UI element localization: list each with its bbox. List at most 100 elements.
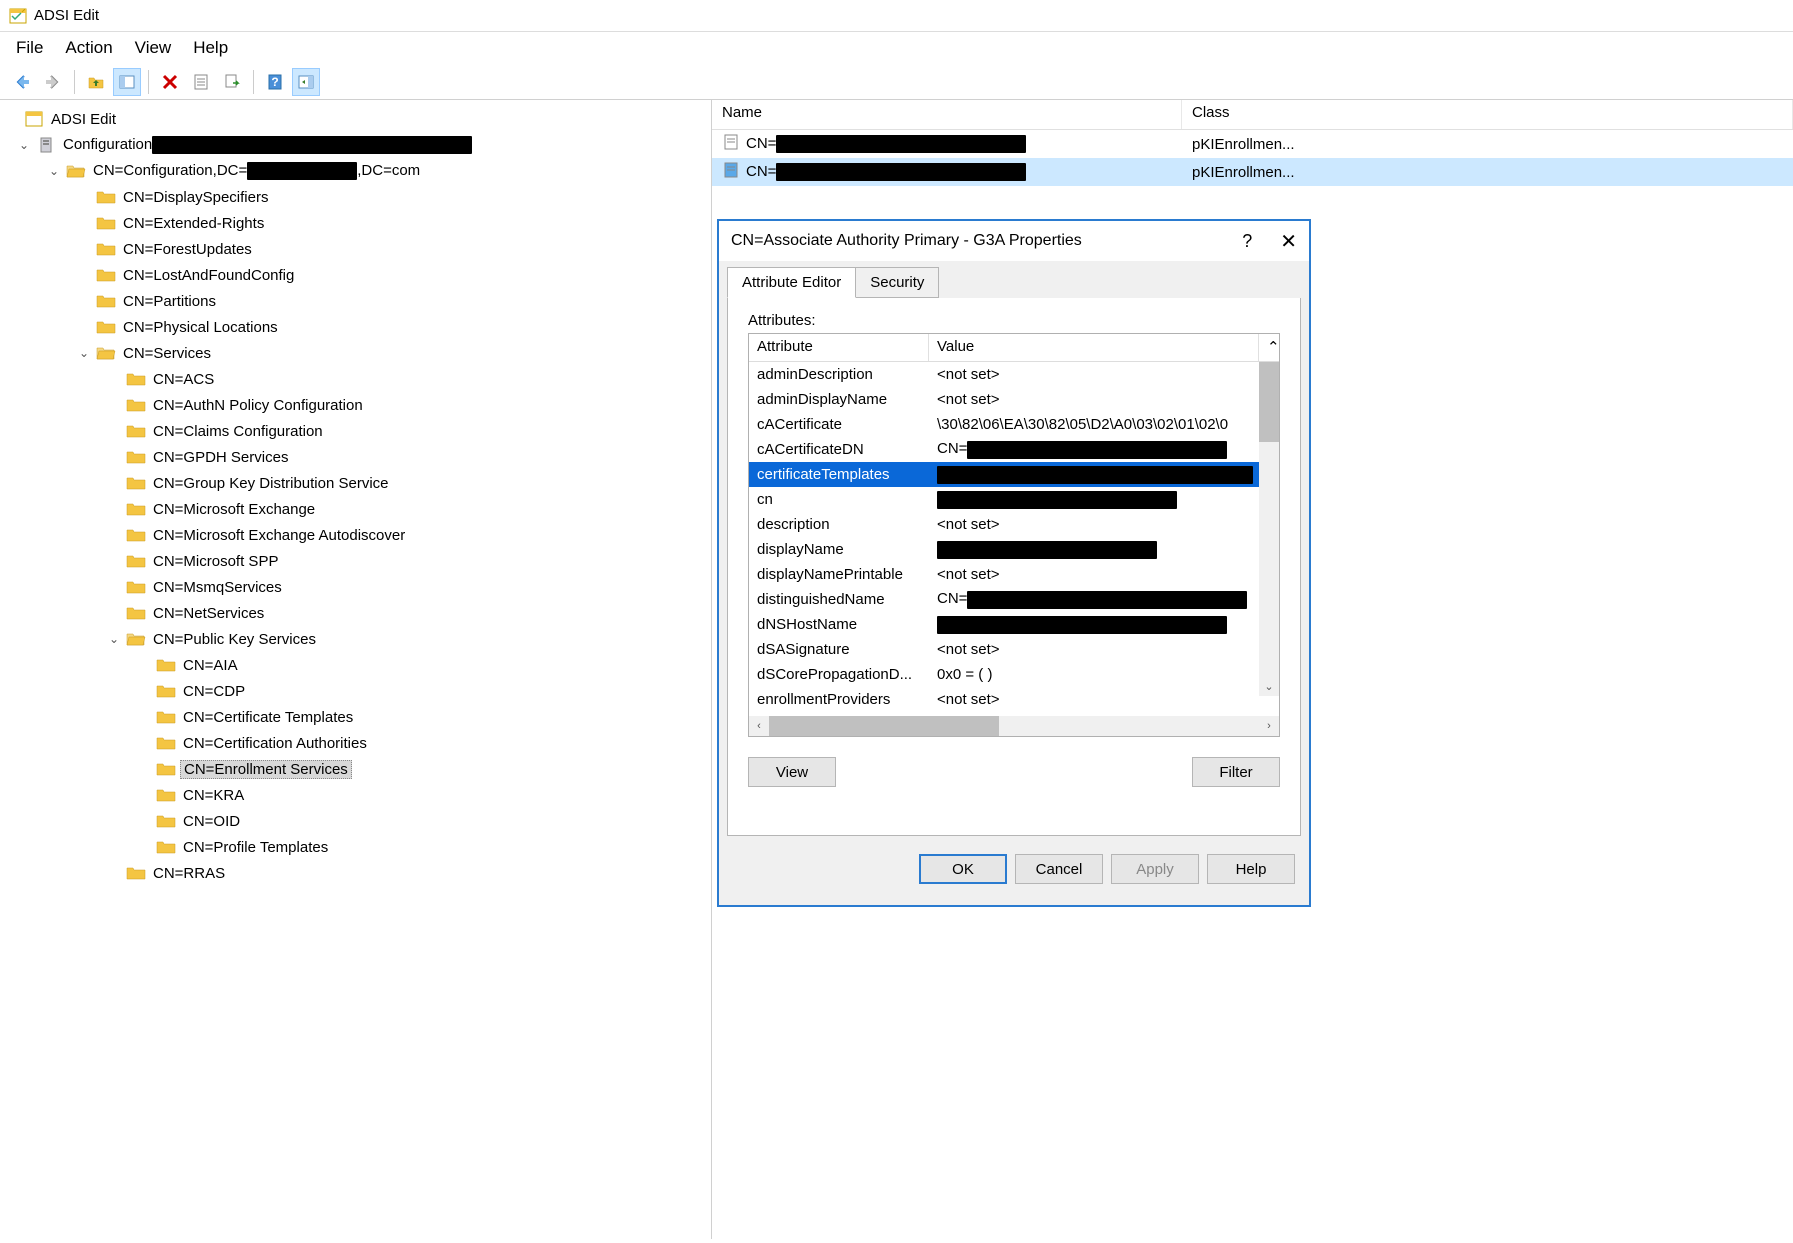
export-button[interactable] xyxy=(218,68,246,96)
apply-button[interactable]: Apply xyxy=(1111,854,1199,884)
tree-item[interactable]: CN=Microsoft Exchange xyxy=(0,496,711,522)
attribute-row[interactable]: cACertificateDN CN= xyxy=(749,437,1279,462)
scroll-left-icon[interactable]: ‹ xyxy=(749,720,769,732)
attribute-row[interactable]: description <not set> xyxy=(749,512,1279,537)
tree-cn-configuration[interactable]: ⌄ CN=Configuration,DC=,DC=com xyxy=(0,158,711,184)
tree-configuration[interactable]: ⌄ Configuration xyxy=(0,132,711,158)
action-pane-button[interactable] xyxy=(292,68,320,96)
tree-services[interactable]: ⌄ CN=Services xyxy=(0,340,711,366)
scrollbar-thumb[interactable] xyxy=(1259,362,1279,442)
cancel-button[interactable]: Cancel xyxy=(1015,854,1103,884)
tree-rras[interactable]: CN=RRAS xyxy=(0,860,711,886)
list-header: Name Class xyxy=(712,100,1793,130)
tree-public-key-services[interactable]: ⌄ CN=Public Key Services xyxy=(0,626,711,652)
attribute-row[interactable]: certificateTemplates xyxy=(749,462,1279,487)
tree-item[interactable]: CN=Extended-Rights xyxy=(0,210,711,236)
tree-item[interactable]: CN=ForestUpdates xyxy=(0,236,711,262)
tree-item[interactable]: CN=DisplaySpecifiers xyxy=(0,184,711,210)
tree-item[interactable]: CN=LostAndFoundConfig xyxy=(0,262,711,288)
tree-label: CN=Certificate Templates xyxy=(180,709,356,726)
toolbar-separator xyxy=(253,70,254,94)
col-name[interactable]: Name xyxy=(712,100,1182,129)
attribute-row[interactable]: displayNamePrintable <not set> xyxy=(749,562,1279,587)
tree-pane[interactable]: ADSI Edit ⌄ Configuration xyxy=(0,100,712,1239)
tree-item[interactable]: CN=NetServices xyxy=(0,600,711,626)
ok-button[interactable]: OK xyxy=(919,854,1007,884)
attribute-row[interactable]: adminDescription <not set> xyxy=(749,362,1279,387)
scroll-down-icon[interactable]: ⌄ xyxy=(1259,676,1279,696)
attribute-row[interactable]: cACertificate \30\82\06\EA\30\82\05\D2\A… xyxy=(749,412,1279,437)
tree-item[interactable]: CN=Microsoft SPP xyxy=(0,548,711,574)
attribute-row[interactable]: dSASignature <not set> xyxy=(749,637,1279,662)
attribute-row[interactable]: adminDisplayName <not set> xyxy=(749,387,1279,412)
tree-item[interactable]: CN=ACS xyxy=(0,366,711,392)
dialog-titlebar[interactable]: CN=Associate Authority Primary - G3A Pro… xyxy=(719,221,1309,261)
tab-attribute-editor[interactable]: Attribute Editor xyxy=(727,267,856,298)
collapse-icon[interactable]: ⌄ xyxy=(46,164,62,178)
tree-item[interactable]: CN=Microsoft Exchange Autodiscover xyxy=(0,522,711,548)
tree-item[interactable]: CN=Certification Authorities xyxy=(0,730,711,756)
tree-item[interactable]: CN=CDP xyxy=(0,678,711,704)
col-attribute[interactable]: Attribute xyxy=(749,334,929,361)
attr-name: dNSHostName xyxy=(749,616,929,633)
menu-action[interactable]: Action xyxy=(65,38,112,58)
attr-value: \30\82\06\EA\30\82\05\D2\A0\03\02\01\02\… xyxy=(929,416,1279,433)
tree-item[interactable]: CN=Partitions xyxy=(0,288,711,314)
menu-help[interactable]: Help xyxy=(193,38,228,58)
attr-value: <not set> xyxy=(929,566,1279,583)
folder-icon xyxy=(126,863,146,883)
scroll-right-icon[interactable]: › xyxy=(1259,720,1279,732)
collapse-icon[interactable]: ⌄ xyxy=(16,138,32,152)
up-button[interactable] xyxy=(82,68,110,96)
help-button[interactable]: Help xyxy=(1207,854,1295,884)
folder-icon xyxy=(126,603,146,623)
attribute-list[interactable]: Attribute Value ⌃ adminDescription <not … xyxy=(748,333,1280,737)
back-button[interactable] xyxy=(8,68,36,96)
attributes-label: Attributes: xyxy=(748,312,1280,329)
collapse-icon[interactable]: ⌄ xyxy=(76,346,92,360)
horizontal-scrollbar[interactable]: ‹ › xyxy=(749,716,1279,736)
vertical-scrollbar[interactable]: ⌄ xyxy=(1259,362,1279,696)
tree-root[interactable]: ADSI Edit xyxy=(0,106,711,132)
delete-button[interactable] xyxy=(156,68,184,96)
tree-item[interactable]: CN=Profile Templates xyxy=(0,834,711,860)
collapse-icon[interactable]: ⌄ xyxy=(106,632,122,646)
tree-item[interactable]: CN=AIA xyxy=(0,652,711,678)
tree-item[interactable]: CN=MsmqServices xyxy=(0,574,711,600)
col-class[interactable]: Class xyxy=(1182,100,1793,129)
adsi-edit-icon xyxy=(24,109,44,129)
view-button[interactable]: View xyxy=(748,757,836,787)
attribute-row[interactable]: displayName xyxy=(749,537,1279,562)
help-icon[interactable]: ? xyxy=(1242,231,1252,252)
menu-file[interactable]: File xyxy=(16,38,43,58)
properties-button[interactable] xyxy=(187,68,215,96)
tree-item[interactable]: CN=AuthN Policy Configuration xyxy=(0,392,711,418)
close-icon[interactable]: ✕ xyxy=(1280,229,1297,254)
scroll-up-icon[interactable]: ⌃ xyxy=(1259,334,1279,361)
forward-button[interactable] xyxy=(39,68,67,96)
col-value[interactable]: Value xyxy=(929,334,1259,361)
tree-item[interactable]: CN=Group Key Distribution Service xyxy=(0,470,711,496)
tree-item[interactable]: CN=Physical Locations xyxy=(0,314,711,340)
list-item[interactable]: CN= pKIEnrollmen... xyxy=(712,158,1793,186)
attribute-row[interactable]: enrollmentProviders <not set> xyxy=(749,687,1279,712)
show-hide-tree-button[interactable] xyxy=(113,68,141,96)
tree-item[interactable]: CN=OID xyxy=(0,808,711,834)
attribute-row[interactable]: dNSHostName xyxy=(749,612,1279,637)
attribute-row[interactable]: dSCorePropagationD... 0x0 = ( ) xyxy=(749,662,1279,687)
attribute-row[interactable]: cn xyxy=(749,487,1279,512)
list-item[interactable]: CN= pKIEnrollmen... xyxy=(712,130,1793,158)
help-button[interactable]: ? xyxy=(261,68,289,96)
filter-button[interactable]: Filter xyxy=(1192,757,1280,787)
menu-view[interactable]: View xyxy=(135,38,172,58)
attribute-row[interactable]: distinguishedName CN= xyxy=(749,587,1279,612)
tree-label: CN=Enrollment Services xyxy=(180,760,352,779)
scrollbar-thumb[interactable] xyxy=(769,716,999,736)
tree-item[interactable]: CN=Claims Configuration xyxy=(0,418,711,444)
tree-item[interactable]: CN=GPDH Services xyxy=(0,444,711,470)
tree-item[interactable]: CN=KRA xyxy=(0,782,711,808)
tab-security[interactable]: Security xyxy=(855,267,939,298)
attr-value: <not set> xyxy=(929,366,1279,383)
tree-item[interactable]: CN=Enrollment Services xyxy=(0,756,711,782)
tree-item[interactable]: CN=Certificate Templates xyxy=(0,704,711,730)
